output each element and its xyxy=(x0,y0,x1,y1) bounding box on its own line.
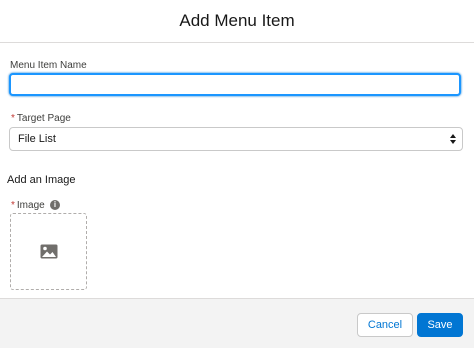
image-label: * Image xyxy=(11,200,45,211)
info-icon[interactable]: i xyxy=(50,200,60,210)
modal-title: Add Menu Item xyxy=(179,10,295,30)
image-placeholder-icon xyxy=(40,244,58,259)
add-image-section-title: Add an Image xyxy=(7,174,76,186)
menu-item-name-label: Menu Item Name xyxy=(10,60,87,71)
required-marker: * xyxy=(11,200,15,211)
add-menu-item-modal: Add Menu Item Menu Item Name * Target Pag… xyxy=(0,0,474,348)
target-page-selected-value: File List xyxy=(18,133,56,145)
modal-header: Add Menu Item xyxy=(0,0,474,43)
target-page-select[interactable]: File List xyxy=(9,127,463,151)
target-page-label: * Target Page xyxy=(11,113,71,124)
save-button[interactable]: Save xyxy=(417,313,463,337)
modal-body: Menu Item Name * Target Page File List Ad… xyxy=(0,43,474,298)
required-marker: * xyxy=(11,113,15,124)
image-label-text: Image xyxy=(16,200,45,211)
cancel-button[interactable]: Cancel xyxy=(357,313,413,337)
select-arrows-icon xyxy=(450,134,456,144)
menu-item-name-input[interactable] xyxy=(9,73,461,96)
modal-footer: Cancel Save xyxy=(0,298,474,348)
image-upload-dropzone[interactable] xyxy=(10,213,87,290)
target-page-label-text: Target Page xyxy=(16,113,71,124)
